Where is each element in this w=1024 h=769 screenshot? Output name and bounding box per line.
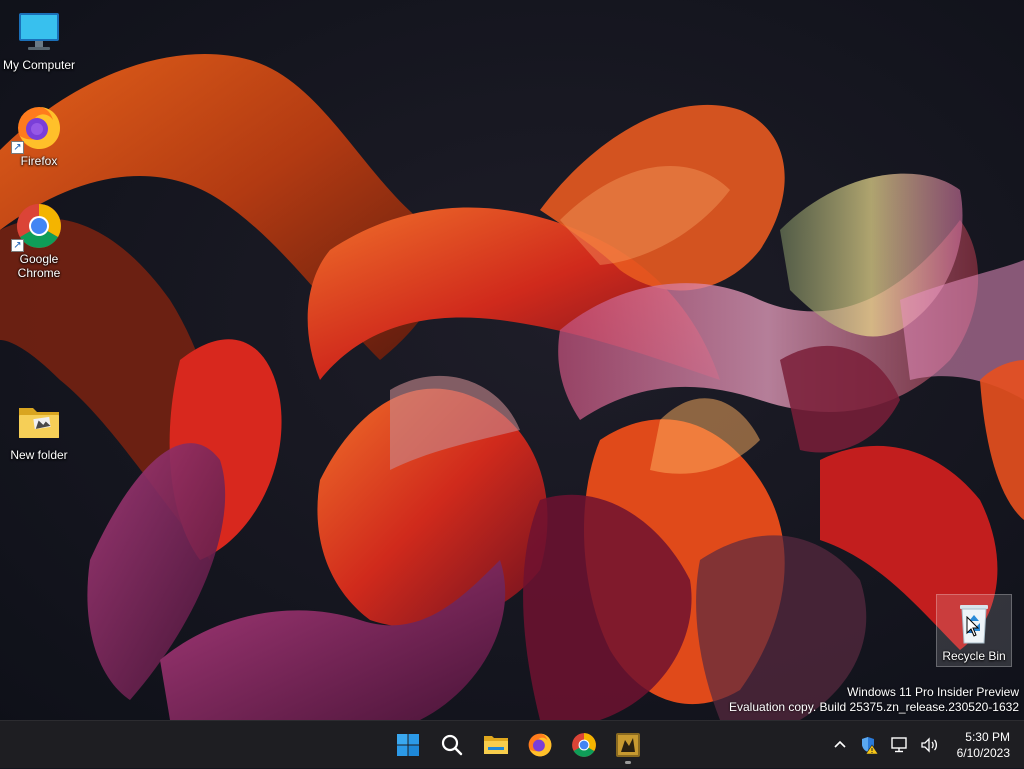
network-icon bbox=[890, 737, 907, 753]
desktop-icon-label: Google Chrome bbox=[17, 252, 61, 280]
chrome-icon: ↗ bbox=[11, 202, 63, 252]
speaker-icon bbox=[920, 737, 937, 753]
taskbar: 5:30 PM 6/10/2023 bbox=[0, 720, 1024, 768]
search-button[interactable] bbox=[432, 725, 472, 765]
monitor-icon bbox=[15, 8, 63, 56]
chrome-icon bbox=[572, 733, 596, 757]
security-warning-icon bbox=[861, 737, 879, 755]
show-hidden-icons-button[interactable] bbox=[825, 730, 855, 760]
desktop-icon-google-chrome[interactable]: ↗ Google Chrome bbox=[1, 202, 77, 280]
mouse-cursor-icon bbox=[966, 615, 980, 643]
desktop-icon-firefox[interactable]: ↗ Firefox bbox=[1, 104, 77, 168]
desktop: My Computer ↗ Firefox ↗ Google Chrome Ne… bbox=[0, 0, 1024, 720]
taskbar-apps bbox=[386, 721, 650, 769]
start-button[interactable] bbox=[388, 725, 428, 765]
app-taskbar-button[interactable] bbox=[608, 725, 648, 765]
shortcut-arrow-icon: ↗ bbox=[11, 239, 24, 252]
security-tray-button[interactable] bbox=[855, 730, 885, 760]
app-icon bbox=[616, 733, 640, 757]
chevron-up-icon bbox=[834, 740, 846, 748]
firefox-icon: ↗ bbox=[11, 104, 63, 154]
volume-tray-button[interactable] bbox=[915, 730, 945, 760]
chrome-taskbar-button[interactable] bbox=[564, 725, 604, 765]
evaluation-watermark: Windows 11 Pro Insider Preview Evaluatio… bbox=[729, 685, 1019, 715]
clock-date: 6/10/2023 bbox=[956, 746, 1010, 760]
watermark-line2: Evaluation copy. Build 25375.zn_release.… bbox=[729, 700, 1019, 714]
file-explorer-button[interactable] bbox=[476, 725, 516, 765]
desktop-icon-label: Recycle Bin bbox=[942, 649, 1006, 663]
desktop-icon-my-computer[interactable]: My Computer bbox=[1, 8, 77, 72]
desktop-icon-label: My Computer bbox=[2, 58, 76, 72]
desktop-icon-new-folder[interactable]: New folder bbox=[1, 398, 77, 462]
desktop-icon-label: New folder bbox=[10, 448, 68, 462]
watermark-line1: Windows 11 Pro Insider Preview bbox=[847, 685, 1019, 699]
shortcut-arrow-icon: ↗ bbox=[11, 141, 24, 154]
file-explorer-icon bbox=[484, 736, 508, 754]
network-tray-button[interactable] bbox=[885, 730, 915, 760]
search-icon bbox=[441, 734, 463, 756]
start-icon bbox=[397, 734, 419, 756]
folder-icon bbox=[15, 398, 63, 446]
desktop-icon-label: Firefox bbox=[20, 154, 58, 168]
firefox-icon bbox=[528, 733, 552, 757]
firefox-taskbar-button[interactable] bbox=[520, 725, 560, 765]
system-tray: 5:30 PM 6/10/2023 bbox=[825, 721, 1024, 769]
taskbar-clock[interactable]: 5:30 PM 6/10/2023 bbox=[945, 729, 1024, 761]
clock-time: 5:30 PM bbox=[965, 730, 1010, 744]
